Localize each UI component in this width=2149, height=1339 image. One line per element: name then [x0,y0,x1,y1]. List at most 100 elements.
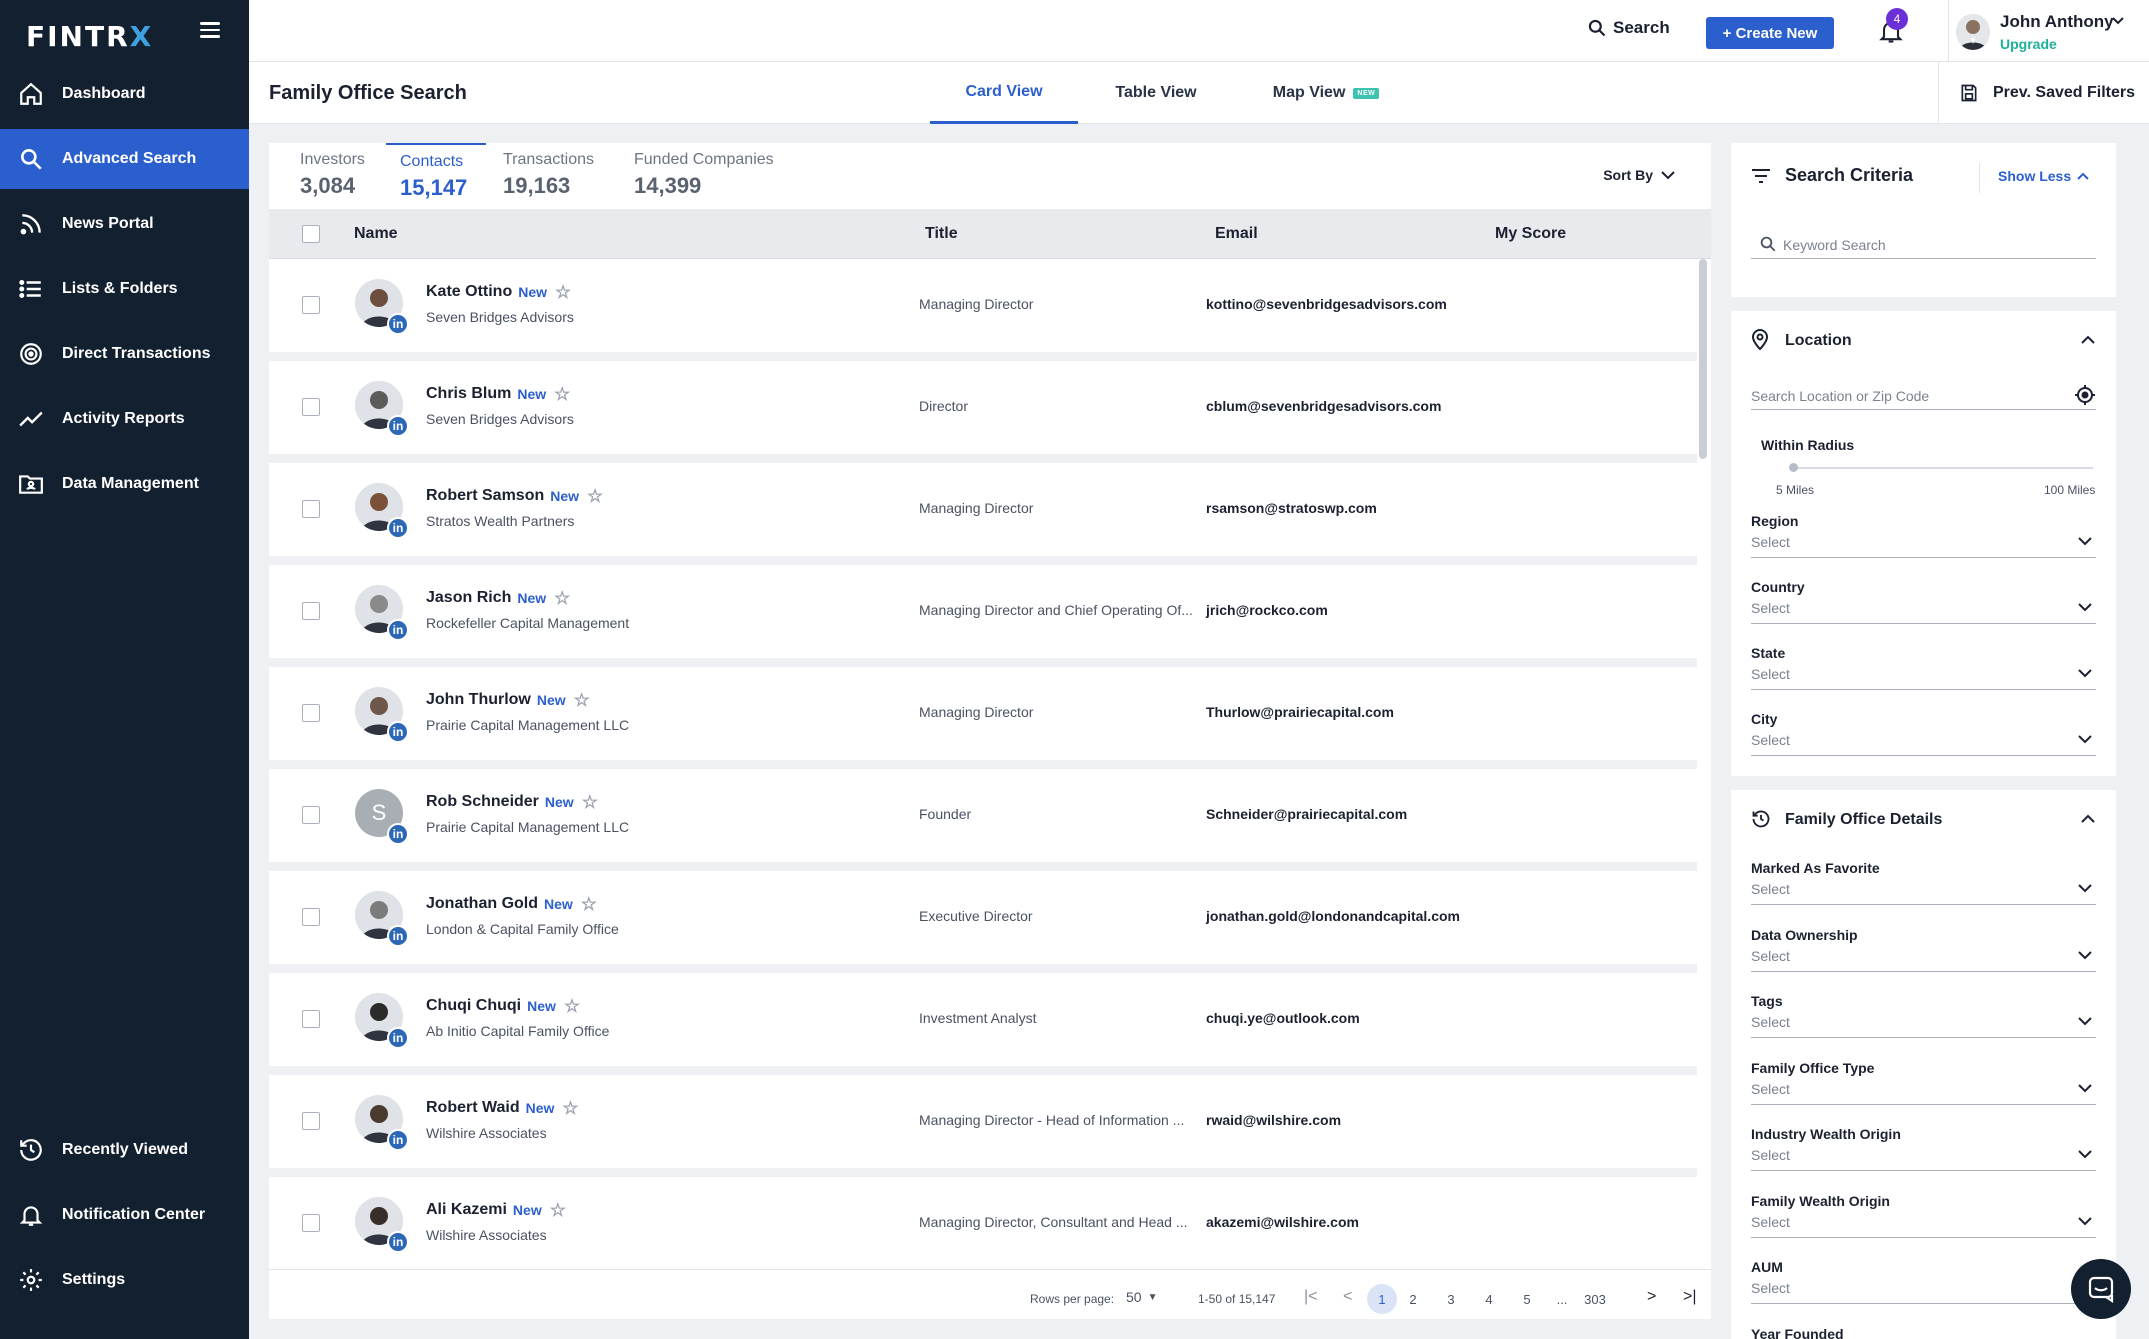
contact-email[interactable]: akazemi@wilshire.com [1206,1214,1359,1230]
next-page-icon[interactable]: > [1647,1288,1656,1306]
contact-company[interactable]: London & Capital Family Office [426,921,619,937]
table-row[interactable]: in Robert Waid New ☆ Wilshire Associates… [269,1075,1697,1168]
last-page-icon[interactable]: >| [1683,1288,1697,1306]
linkedin-icon[interactable]: in [387,1129,409,1151]
table-row[interactable]: in Chris Blum New ☆ Seven Bridges Adviso… [269,361,1697,454]
sidebar-item-data-management[interactable]: Data Management [0,454,249,514]
row-checkbox[interactable] [302,602,320,620]
sidebar-item-recently-viewed[interactable]: Recently Viewed [0,1120,249,1180]
linkedin-icon[interactable]: in [387,415,409,437]
row-checkbox[interactable] [302,806,320,824]
fintrx-logo[interactable]: FINTRX [26,20,153,53]
saved-filters-button[interactable]: Prev. Saved Filters [1938,62,2149,124]
contact-email[interactable]: rsamson@stratoswp.com [1206,500,1377,516]
linkedin-icon[interactable]: in [387,313,409,335]
table-row[interactable]: in Jason Rich New ☆ Rockefeller Capital … [269,565,1697,658]
contact-name[interactable]: Chuqi Chuqi [426,997,521,1015]
contact-email[interactable]: jonathan.gold@londonandcapital.com [1206,908,1460,924]
select-dropdown[interactable]: Select [1751,881,2096,905]
contact-company[interactable]: Seven Bridges Advisors [426,309,574,325]
contact-name[interactable]: Chris Blum [426,385,511,403]
contact-company[interactable]: Wilshire Associates [426,1227,547,1243]
rows-per-page-select[interactable]: 50 ▼ [1126,1289,1157,1305]
keyword-search-input[interactable]: Keyword Search [1751,229,2096,259]
page-number[interactable]: 2 [1398,1284,1428,1314]
row-checkbox[interactable] [302,1112,320,1130]
row-checkbox[interactable] [302,296,320,314]
sidebar-item-lists-folders[interactable]: Lists & Folders [0,259,249,319]
tab-card-view[interactable]: Card View [930,62,1078,124]
prev-page-icon[interactable]: < [1343,1288,1352,1306]
row-checkbox[interactable] [302,500,320,518]
page-scrollbar[interactable] [2142,143,2149,1339]
page-number[interactable]: 3 [1436,1284,1466,1314]
tab-funded-companies[interactable]: Funded Companies 14,399 [634,143,804,208]
page-number[interactable]: 5 [1512,1284,1542,1314]
contact-name[interactable]: Kate Ottino [426,283,512,301]
contact-email[interactable]: cblum@sevenbridgesadvisors.com [1206,398,1441,414]
row-checkbox[interactable] [302,908,320,926]
linkedin-icon[interactable]: in [387,823,409,845]
sort-by-dropdown[interactable]: Sort By [1603,167,1675,183]
select-dropdown[interactable]: Select [1751,600,2096,624]
select-dropdown[interactable]: Select [1751,1147,2096,1171]
contact-company[interactable]: Seven Bridges Advisors [426,411,574,427]
sidebar-item-settings[interactable]: Settings [0,1250,249,1310]
user-avatar[interactable] [1956,14,1990,50]
create-new-button[interactable]: + Create New [1706,17,1834,49]
contact-name[interactable]: Robert Samson [426,487,544,505]
star-icon[interactable]: ☆ [587,487,603,505]
chat-button[interactable] [2071,1259,2131,1319]
star-icon[interactable]: ☆ [554,589,570,607]
menu-icon[interactable] [200,22,220,40]
first-page-icon[interactable]: |< [1304,1288,1318,1306]
global-search-button[interactable]: Search [1587,18,1670,38]
tab-map-view[interactable]: Map View NEW [1262,62,1390,124]
sidebar-item-notification-center[interactable]: Notification Center [0,1185,249,1245]
select-dropdown[interactable]: Select [1751,732,2096,756]
linkedin-icon[interactable]: in [387,721,409,743]
location-search-input[interactable]: Search Location or Zip Code [1751,384,2096,410]
table-row[interactable]: in Robert Samson New ☆ Stratos Wealth Pa… [269,463,1697,556]
linkedin-icon[interactable]: in [387,1027,409,1049]
table-row[interactable]: in Jonathan Gold New ☆ London & Capital … [269,871,1697,964]
sidebar-item-dashboard[interactable]: Dashboard [0,64,249,124]
contact-email[interactable]: Schneider@prairiecapital.com [1206,806,1407,822]
contact-company[interactable]: Ab Initio Capital Family Office [426,1023,609,1039]
contact-email[interactable]: Thurlow@prairiecapital.com [1206,704,1394,720]
select-dropdown[interactable]: Select [1751,948,2096,972]
select-all-checkbox[interactable] [302,225,320,243]
contact-company[interactable]: Stratos Wealth Partners [426,513,574,529]
sidebar-item-activity-reports[interactable]: Activity Reports [0,389,249,449]
crosshair-icon[interactable] [2074,384,2096,406]
page-number[interactable]: 303 [1580,1284,1610,1314]
table-row[interactable]: in Ali Kazemi New ☆ Wilshire Associates … [269,1177,1697,1269]
select-dropdown[interactable]: Select [1751,534,2096,558]
radius-slider-handle[interactable] [1789,463,1798,472]
row-checkbox[interactable] [302,704,320,722]
contact-name[interactable]: Jason Rich [426,589,511,607]
column-my-score[interactable]: My Score [1495,225,1566,243]
tab-investors[interactable]: Investors 3,084 [300,143,390,208]
page-number[interactable]: 4 [1474,1284,1504,1314]
chevron-up-icon[interactable] [2081,335,2095,344]
radius-slider-track[interactable] [1793,467,2093,469]
chevron-down-icon[interactable] [2112,17,2124,25]
select-dropdown[interactable]: Select [1751,666,2096,690]
contact-company[interactable]: Rockefeller Capital Management [426,615,629,631]
contact-company[interactable]: Prairie Capital Management LLC [426,717,629,733]
star-icon[interactable]: ☆ [564,997,580,1015]
sidebar-item-news-portal[interactable]: News Portal [0,194,249,254]
contact-name[interactable]: John Thurlow [426,691,531,709]
upgrade-link[interactable]: Upgrade [2000,36,2057,52]
column-title[interactable]: Title [925,225,958,243]
contact-name[interactable]: Rob Schneider [426,793,539,811]
star-icon[interactable]: ☆ [562,1099,578,1117]
show-less-toggle[interactable]: Show Less [1998,168,2089,184]
row-checkbox[interactable] [302,1010,320,1028]
star-icon[interactable]: ☆ [550,1201,566,1219]
contact-email[interactable]: rwaid@wilshire.com [1206,1112,1341,1128]
contact-name[interactable]: Ali Kazemi [426,1201,507,1219]
row-checkbox[interactable] [302,1214,320,1232]
sidebar-item-advanced-search[interactable]: Advanced Search [0,129,249,189]
